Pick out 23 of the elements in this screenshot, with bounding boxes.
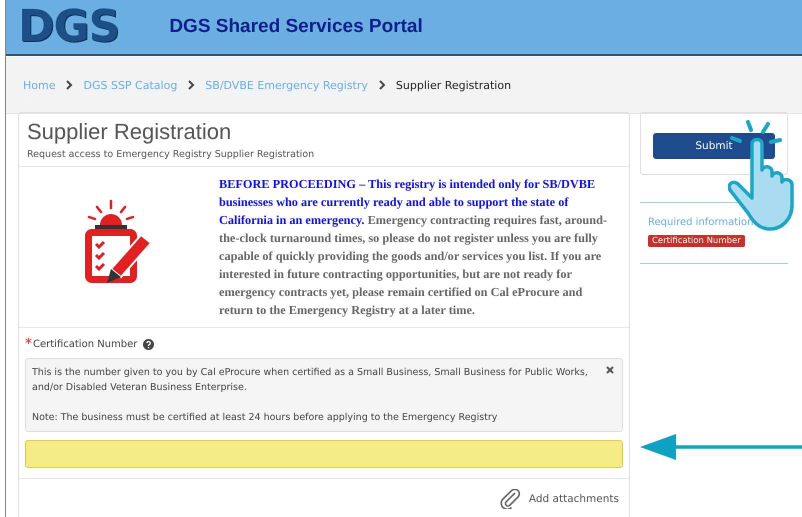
portal-title: DGS Shared Services Portal <box>169 16 423 38</box>
page-title: Supplier Registration <box>27 119 232 145</box>
submit-button[interactable]: Submit <box>653 133 775 159</box>
help-text: This is the number given to you by Cal eProcure when certified as a Small Business, Small Business for Public Works, and/or Disabled Veteran Business Enterprise. <box>32 366 589 395</box>
field-label: Certification Number <box>33 338 138 350</box>
chevron-icon <box>187 80 196 90</box>
breadcrumb-link[interactable]: Home <box>23 78 56 92</box>
add-attachments-link[interactable]: Add attachments <box>528 493 619 505</box>
chevron-icon <box>378 80 386 90</box>
help-text: Note: The business must be certified at least 24 hours before applying to the Emergency Registry <box>32 411 498 425</box>
breadcrumb-link[interactable]: DGS SSP Catalog <box>83 78 178 92</box>
breadcrumb-current: Supplier Registration <box>396 78 512 92</box>
paperclip-icon[interactable] <box>498 489 521 509</box>
logo: DGS <box>18 5 120 49</box>
required-info-title: Required information <box>648 217 754 228</box>
required-badge: Certification Number <box>648 235 745 247</box>
chevron-icon <box>65 80 74 90</box>
page-subtitle: Request access to Emergency Registry Supplier Registration <box>27 149 316 160</box>
help-icon[interactable] <box>143 338 154 350</box>
breadcrumb-link[interactable]: SB/DVBE Emergency Registry <box>205 78 368 92</box>
certification-input[interactable] <box>25 440 623 468</box>
required-mark: * <box>25 336 32 352</box>
notice-paragraph: BEFORE PROCEEDING – This registry is intended only for SB/DVBE businesses who are currently ready and able to support the state of California in an emergency. Emergency contracting requires fast, around-the-clock turnaround times, so please do not register unless you are fully capable of quickly providing the goods and/or services you list. If you are interested in future contracting opportunities, but are not ready for emergency contracts yet, please remain certified on Cal eProcure and return to the Emergency Registry at a later time. <box>219 176 608 319</box>
